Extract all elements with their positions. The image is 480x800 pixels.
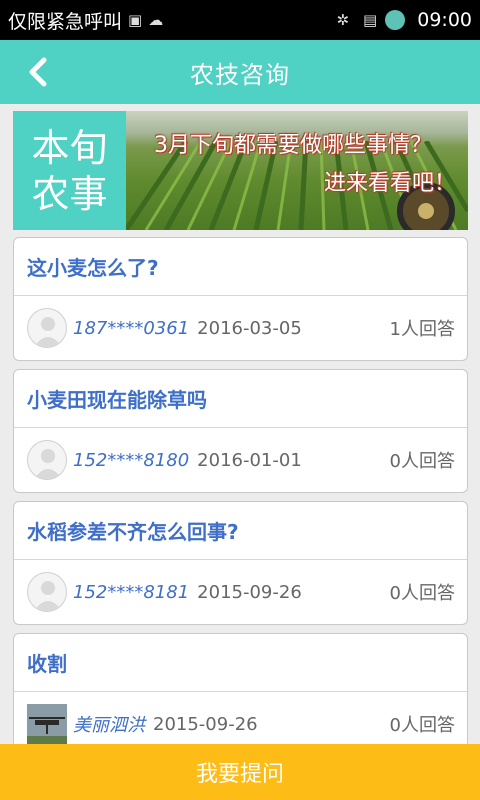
- username: 152****8180: [73, 449, 190, 471]
- question-card[interactable]: 小麦田现在能除草吗 152****8180 2016-01-01 0人回答: [13, 369, 468, 493]
- avatar: [27, 704, 67, 744]
- banner-caption-line1: 3月下旬都需要做哪些事情？: [154, 133, 432, 158]
- user-silhouette-icon: [34, 317, 62, 347]
- question-title[interactable]: 这小麦怎么了?: [14, 238, 467, 296]
- answer-count: 1人回答: [389, 319, 455, 340]
- username: 187****0361: [73, 317, 190, 339]
- post-date: 2015-09-26: [197, 581, 302, 603]
- title-bar: 农技咨询: [0, 40, 480, 104]
- question-meta: 152****8180 2016-01-01 0人回答: [14, 428, 467, 492]
- post-date: 2016-03-05: [197, 317, 302, 339]
- username: 152****8181: [73, 581, 190, 603]
- answer-count: 0人回答: [389, 451, 455, 472]
- sync-icon: ✲: [336, 11, 350, 29]
- username: 美丽泗洪: [73, 715, 145, 736]
- avatar: [27, 572, 67, 612]
- question-title[interactable]: 小麦田现在能除草吗: [14, 370, 467, 428]
- avatar: [27, 440, 67, 480]
- banner-label-line1: 本旬: [31, 125, 108, 170]
- banner-photo: 3月下旬都需要做哪些事情？ 进来看看吧！: [126, 111, 468, 230]
- question-card[interactable]: 水稻参差不齐怎么回事? 152****8181 2015-09-26 0人回答: [13, 501, 468, 625]
- status-bar: 仅限紧急呼叫 ▣ ☁ ✲ ▤ 09:00: [0, 0, 480, 40]
- question-meta: 187****0361 2016-03-05 1人回答: [14, 296, 467, 360]
- sim-icon: ▤: [363, 11, 378, 29]
- question-meta: 152****8181 2015-09-26 0人回答: [14, 560, 467, 624]
- post-date: 2015-09-26: [153, 713, 258, 735]
- back-button[interactable]: [20, 54, 56, 90]
- question-card[interactable]: 收割 美丽泗洪 2015-09-26 0人回答: [13, 633, 468, 753]
- question-title[interactable]: 收割: [14, 634, 467, 692]
- clock-time: 09:00: [417, 9, 472, 31]
- post-date: 2016-01-01: [197, 449, 302, 471]
- cloud-icon: ☁: [148, 11, 164, 29]
- question-title[interactable]: 水稻参差不齐怎么回事?: [14, 502, 467, 560]
- user-silhouette-icon: [34, 449, 62, 479]
- avatar: [27, 308, 67, 348]
- page-title: 农技咨询: [190, 60, 290, 89]
- gallery-icon: ▣: [128, 11, 143, 29]
- answer-count: 0人回答: [389, 715, 455, 736]
- user-silhouette-icon: [34, 581, 62, 611]
- chevron-left-icon: [29, 57, 47, 87]
- question-card[interactable]: 这小麦怎么了? 187****0361 2016-03-05 1人回答: [13, 237, 468, 361]
- answer-count: 0人回答: [389, 583, 455, 604]
- drone-photo-icon: [27, 704, 67, 744]
- carrier-text: 仅限紧急呼叫: [8, 10, 123, 33]
- battery-icon: [385, 10, 406, 30]
- banner-label-line2: 农事: [31, 171, 108, 216]
- farming-tips-banner[interactable]: 本旬 农事 3月下旬都需要做哪些事情？ 进来看看吧！: [13, 111, 468, 230]
- banner-caption-line2: 进来看看吧！: [323, 171, 456, 196]
- banner-label: 本旬 农事: [13, 111, 126, 230]
- ask-question-button[interactable]: 我要提问: [0, 744, 480, 800]
